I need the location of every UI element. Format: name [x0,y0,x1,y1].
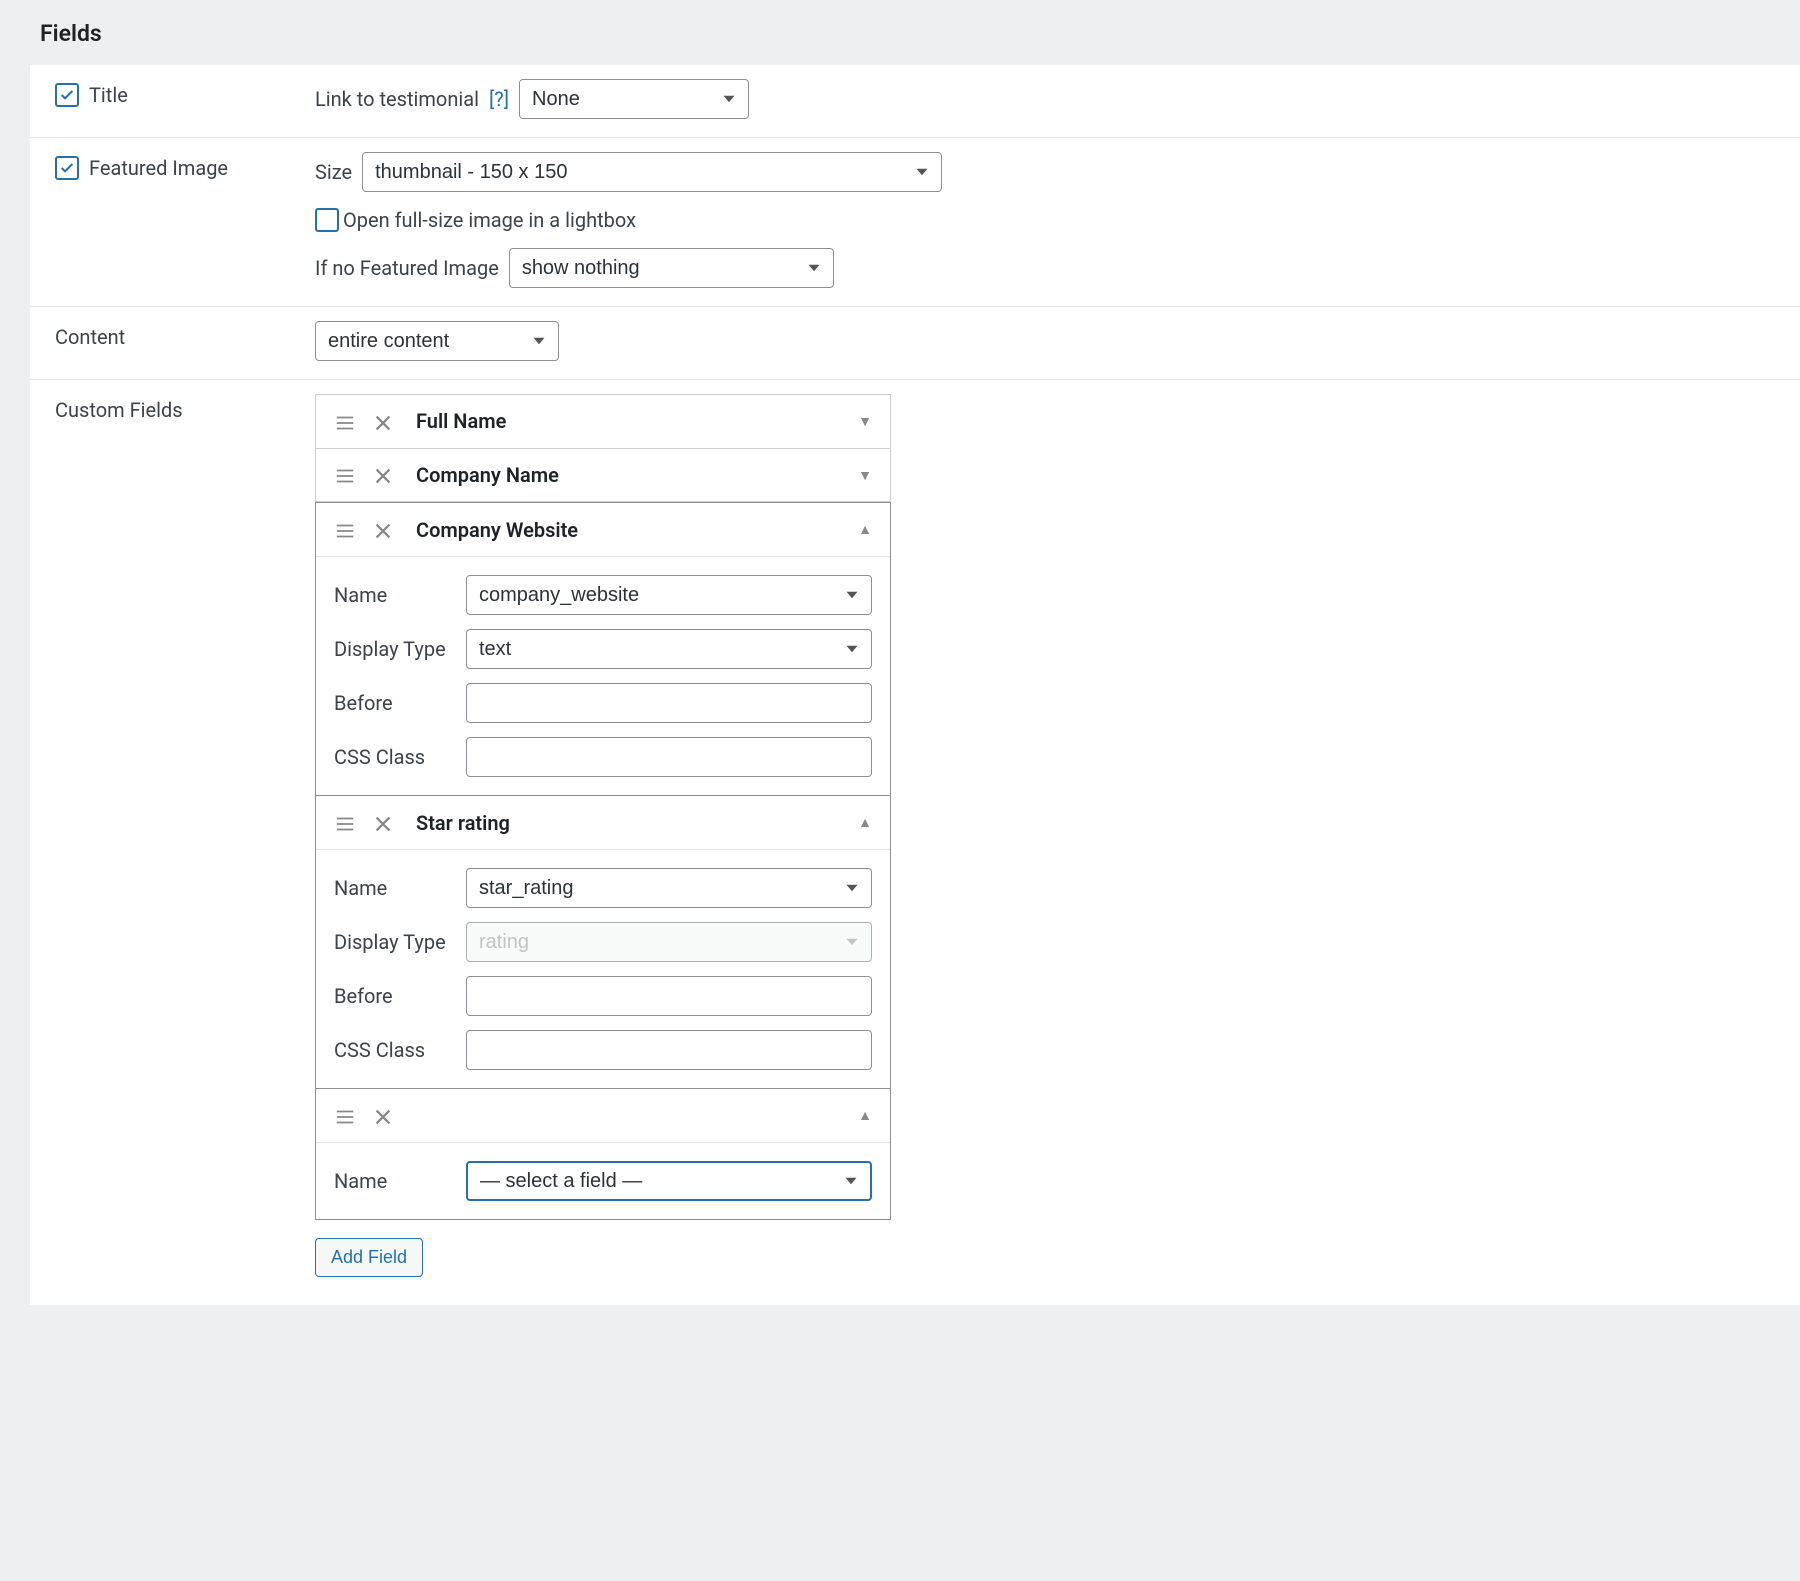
lightbox-label: Open full-size image in a lightbox [343,208,636,232]
chevron-down-icon[interactable]: ▼ [858,467,872,484]
custom-field-item: Company Website ▲ Name company_website D… [315,502,891,796]
link-testimonial-select[interactable]: None [519,79,749,119]
cf-name-select[interactable]: company_website [466,575,872,615]
custom-fields-label: Custom Fields [55,396,183,422]
chevron-up-icon[interactable]: ▲ [858,1107,872,1124]
title-label: Title [89,83,128,107]
size-select[interactable]: thumbnail - 150 x 150 [362,152,942,192]
cf-css-label: CSS Class [334,1038,466,1062]
section-title: Fields [0,0,1800,65]
remove-icon[interactable] [372,517,394,542]
custom-field-header[interactable]: Star rating ▲ [316,796,890,849]
custom-field-title: Star rating [416,811,858,835]
custom-field-header[interactable]: ▲ [316,1089,890,1142]
custom-field-item: Company Name ▼ [315,449,891,503]
chevron-up-icon[interactable]: ▲ [858,521,872,538]
custom-fields-list: Full Name ▼ Company Name ▼ [315,394,891,1220]
cf-before-label: Before [334,691,466,715]
row-content: Content entire content [30,307,1800,380]
cf-name-label: Name [334,876,466,900]
fields-panel: Title Link to testimonial [?] None Featu… [30,65,1800,1305]
custom-field-header[interactable]: Company Name ▼ [316,449,890,502]
size-label: Size [315,160,352,184]
custom-field-title: Full Name [416,409,858,433]
featured-image-checkbox[interactable] [55,156,79,180]
help-link[interactable]: [?] [489,87,509,111]
fallback-label: If no Featured Image [315,256,499,280]
drag-handle-icon[interactable] [334,517,356,542]
drag-handle-icon[interactable] [334,409,356,434]
cf-name-label: Name [334,1169,466,1193]
custom-field-body: Name company_website Display Type text [316,556,890,795]
row-featured-image: Featured Image Size thumbnail - 150 x 15… [30,138,1800,307]
custom-field-body: Name star_rating Display Type rating [316,849,890,1088]
cf-display-type-select: rating [466,922,872,962]
custom-field-title: Company Website [416,518,858,542]
custom-field-header[interactable]: Full Name ▼ [316,395,890,448]
drag-handle-icon[interactable] [334,1103,356,1128]
row-title: Title Link to testimonial [?] None [30,65,1800,138]
cf-before-label: Before [334,984,466,1008]
cf-css-label: CSS Class [334,745,466,769]
cf-display-type-select[interactable]: text [466,629,872,669]
title-checkbox[interactable] [55,83,79,107]
cf-name-select[interactable]: star_rating [466,868,872,908]
remove-icon[interactable] [372,1103,394,1128]
cf-css-input[interactable] [466,1030,872,1070]
chevron-down-icon[interactable]: ▼ [858,413,872,430]
fallback-select[interactable]: show nothing [509,248,834,288]
cf-name-select[interactable]: — select a field — [466,1161,872,1201]
remove-icon[interactable] [372,463,394,488]
lightbox-checkbox[interactable] [315,208,339,232]
link-testimonial-label: Link to testimonial [315,87,479,111]
cf-before-input[interactable] [466,683,872,723]
custom-field-header[interactable]: Company Website ▲ [316,503,890,556]
cf-css-input[interactable] [466,737,872,777]
content-select[interactable]: entire content [315,321,559,361]
custom-field-body: Name — select a field — [316,1142,890,1219]
content-label: Content [55,323,125,349]
check-icon [59,160,75,176]
custom-field-title: Company Name [416,463,858,487]
custom-field-item: Star rating ▲ Name star_rating Display T… [315,796,891,1089]
chevron-up-icon[interactable]: ▲ [858,814,872,831]
drag-handle-icon[interactable] [334,810,356,835]
cf-display-type-label: Display Type [334,637,466,661]
check-icon [59,87,75,103]
drag-handle-icon[interactable] [334,463,356,488]
add-field-button[interactable]: Add Field [315,1238,423,1277]
custom-field-item: ▲ Name — select a field — [315,1089,891,1220]
featured-image-label: Featured Image [89,156,228,180]
remove-icon[interactable] [372,409,394,434]
remove-icon[interactable] [372,810,394,835]
cf-before-input[interactable] [466,976,872,1016]
cf-name-label: Name [334,583,466,607]
custom-field-item: Full Name ▼ [315,394,891,449]
cf-display-type-label: Display Type [334,930,466,954]
row-custom-fields: Custom Fields Full Name ▼ [30,380,1800,1305]
